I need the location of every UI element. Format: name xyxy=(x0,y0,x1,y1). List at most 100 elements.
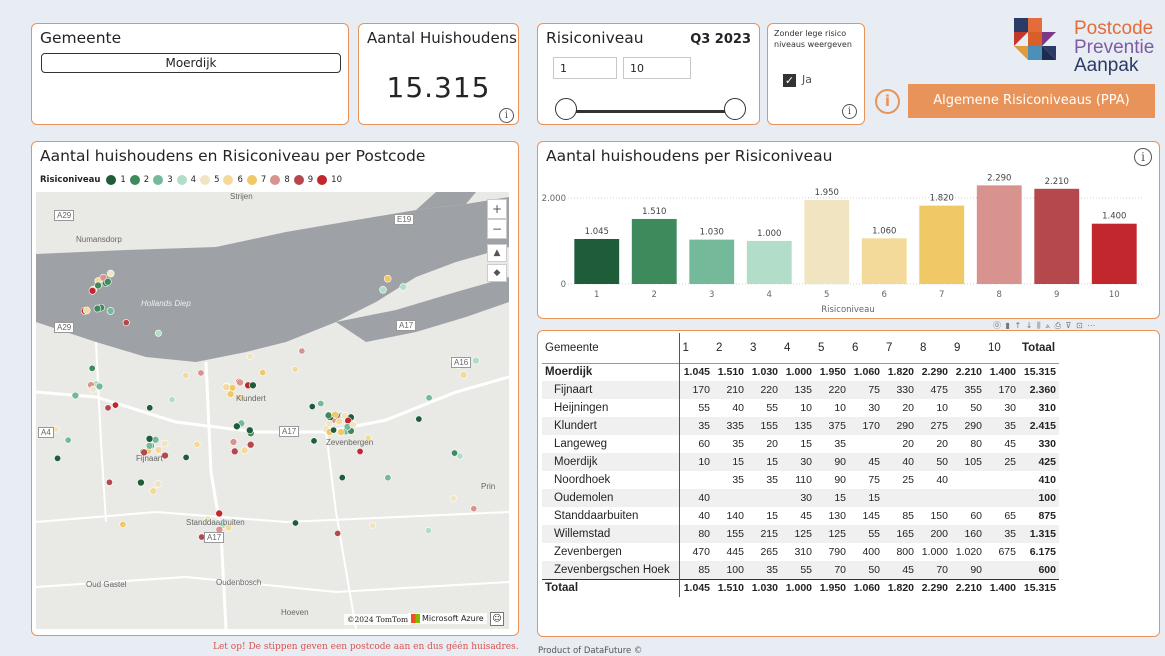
column-header[interactable]: 3 xyxy=(747,333,781,363)
postcode-dot[interactable] xyxy=(88,286,97,295)
info-icon[interactable]: i xyxy=(499,108,514,123)
risk-min-input[interactable]: 1 xyxy=(553,57,617,79)
postcode-dot[interactable] xyxy=(149,487,158,495)
postcode-dot[interactable] xyxy=(105,478,113,486)
table-row[interactable]: Langeweg 60 35 20 15 35 20 20 80 45 330 xyxy=(542,435,1059,453)
table-row[interactable]: Oudemolen 40 30 15 15 100 xyxy=(542,489,1059,507)
column-header-gemeente[interactable]: Gemeente xyxy=(542,333,680,363)
column-header[interactable]: 2 xyxy=(713,333,747,363)
bar[interactable] xyxy=(1091,223,1137,284)
postcode-dot[interactable] xyxy=(52,425,60,433)
postcode-dot[interactable] xyxy=(154,480,162,488)
bar[interactable] xyxy=(689,239,735,284)
postcode-dot[interactable] xyxy=(233,422,241,431)
postcode-dot[interactable] xyxy=(226,390,235,398)
postcode-dot[interactable] xyxy=(154,329,162,337)
postcode-dot[interactable] xyxy=(338,474,346,482)
column-header[interactable]: 1 xyxy=(679,333,713,363)
table-subtotal-row[interactable]: Moerdijk 1.045 1.510 1.030 1.000 1.950 1.060 1.… xyxy=(542,362,1059,381)
info-icon[interactable]: i xyxy=(842,104,857,119)
postcode-dot[interactable] xyxy=(160,439,169,448)
table-total-row[interactable]: Totaal 1.045 1.510 1.030 1.000 1.950 1.060 1.82… xyxy=(542,578,1059,597)
table-row[interactable]: Willemstad 80 155 215 125 125 55 165 200 160 35 1.3… xyxy=(542,525,1059,543)
table-row[interactable]: Klundert 35 335 155 135 375 170 290 275 290 35 2.41… xyxy=(542,417,1059,435)
postcode-dot[interactable] xyxy=(182,453,190,461)
table-row[interactable]: Noordhoek 35 35 110 90 75 25 40 410 xyxy=(542,471,1059,489)
postcode-dot[interactable] xyxy=(182,371,190,379)
postcode-dot[interactable] xyxy=(137,478,145,487)
postcode-dot[interactable] xyxy=(298,347,306,355)
postcode-dot[interactable] xyxy=(399,283,408,291)
table-row[interactable]: Heijningen 55 40 55 10 10 30 20 10 50 30 310 xyxy=(542,399,1059,417)
postcode-dot[interactable] xyxy=(291,519,299,527)
ppa-info-icon[interactable]: i xyxy=(875,89,900,114)
postcode-dot[interactable] xyxy=(122,319,130,327)
bar[interactable] xyxy=(861,238,907,284)
postcode-dot[interactable] xyxy=(369,521,377,529)
gemeente-dropdown[interactable]: Moerdijk xyxy=(41,53,341,73)
postcode-dot[interactable] xyxy=(215,509,224,518)
column-header[interactable]: 5 xyxy=(815,333,849,363)
postcode-dot[interactable] xyxy=(88,364,96,372)
postcode-dot[interactable] xyxy=(145,441,154,450)
postcode-dot[interactable] xyxy=(95,382,104,391)
postcode-dot[interactable] xyxy=(240,446,249,455)
postcode-dot[interactable] xyxy=(425,394,433,402)
postcode-dot[interactable] xyxy=(451,449,459,457)
table-row[interactable]: Zevenbergschen Hoek 85 100 35 55 70 50 45 70 90 60… xyxy=(542,561,1059,579)
zoom-out-button[interactable]: − xyxy=(487,219,507,239)
postcode-dot[interactable] xyxy=(93,304,102,313)
risk-max-input[interactable]: 10 xyxy=(623,57,691,79)
postcode-dot[interactable] xyxy=(228,384,237,392)
postcode-dot[interactable] xyxy=(146,404,154,412)
postcode-dot[interactable] xyxy=(324,411,333,420)
bar[interactable] xyxy=(574,238,620,284)
postcode-dot[interactable] xyxy=(197,369,205,377)
postcode-dot[interactable] xyxy=(222,383,231,391)
postcode-dot[interactable] xyxy=(449,495,457,503)
postcode-dot[interactable] xyxy=(104,404,112,412)
postcode-dot[interactable] xyxy=(472,356,480,365)
postcode-dot[interactable] xyxy=(229,438,238,446)
postcode-dot[interactable] xyxy=(379,285,387,294)
checkbox-ja[interactable]: ✓ xyxy=(783,74,796,87)
postcode-dot[interactable] xyxy=(94,281,102,290)
postcode-dot[interactable] xyxy=(424,527,432,535)
postcode-dot[interactable] xyxy=(230,447,239,456)
table-row[interactable]: Zevenbergen 470 445 265 310 790 400 800 1.000 1.0… xyxy=(542,543,1059,561)
postcode-dot[interactable] xyxy=(310,437,318,445)
postcode-dot[interactable] xyxy=(106,269,115,278)
postcode-dot[interactable] xyxy=(119,520,127,528)
postcode-dot[interactable] xyxy=(259,369,267,377)
postcode-dot[interactable] xyxy=(111,401,119,409)
postcode-dot[interactable] xyxy=(245,426,254,435)
bar[interactable] xyxy=(746,240,792,284)
bar[interactable] xyxy=(976,185,1022,284)
postcode-dot[interactable] xyxy=(193,440,201,448)
postcode-dot[interactable] xyxy=(459,371,468,379)
postcode-dot[interactable] xyxy=(249,381,257,390)
column-header[interactable]: 6 xyxy=(849,333,883,363)
postcode-dot[interactable] xyxy=(104,277,112,286)
column-header[interactable]: 4 xyxy=(781,333,815,363)
column-header[interactable]: 8 xyxy=(917,333,951,363)
postcode-dot[interactable] xyxy=(236,378,244,387)
risk-slider-min-handle[interactable] xyxy=(555,98,577,120)
postcode-dot[interactable] xyxy=(349,420,357,429)
postcode-dot[interactable] xyxy=(106,307,115,315)
postcode-dot[interactable] xyxy=(317,400,325,408)
postcode-dot[interactable] xyxy=(470,505,478,513)
map-canvas[interactable]: Strijen Numansdorp Hollands Diep Klunder… xyxy=(36,192,509,629)
column-header[interactable]: 7 xyxy=(883,333,917,363)
table-row[interactable]: Standdaarbuiten 40 140 15 45 130 145 85 150 60 65 8… xyxy=(542,507,1059,525)
postcode-dot[interactable] xyxy=(331,410,339,419)
table-row[interactable]: Moerdijk 10 15 15 30 90 45 40 50 105 25 425 xyxy=(542,453,1059,471)
column-header[interactable]: 9 xyxy=(951,333,985,363)
bar[interactable] xyxy=(631,218,677,284)
postcode-dot[interactable] xyxy=(64,436,72,444)
postcode-dot[interactable] xyxy=(246,440,255,449)
tilt-icon[interactable]: ▲ xyxy=(487,244,507,262)
bar[interactable] xyxy=(804,200,850,284)
postcode-dot[interactable] xyxy=(168,396,176,404)
zoom-in-button[interactable]: + xyxy=(487,199,507,219)
